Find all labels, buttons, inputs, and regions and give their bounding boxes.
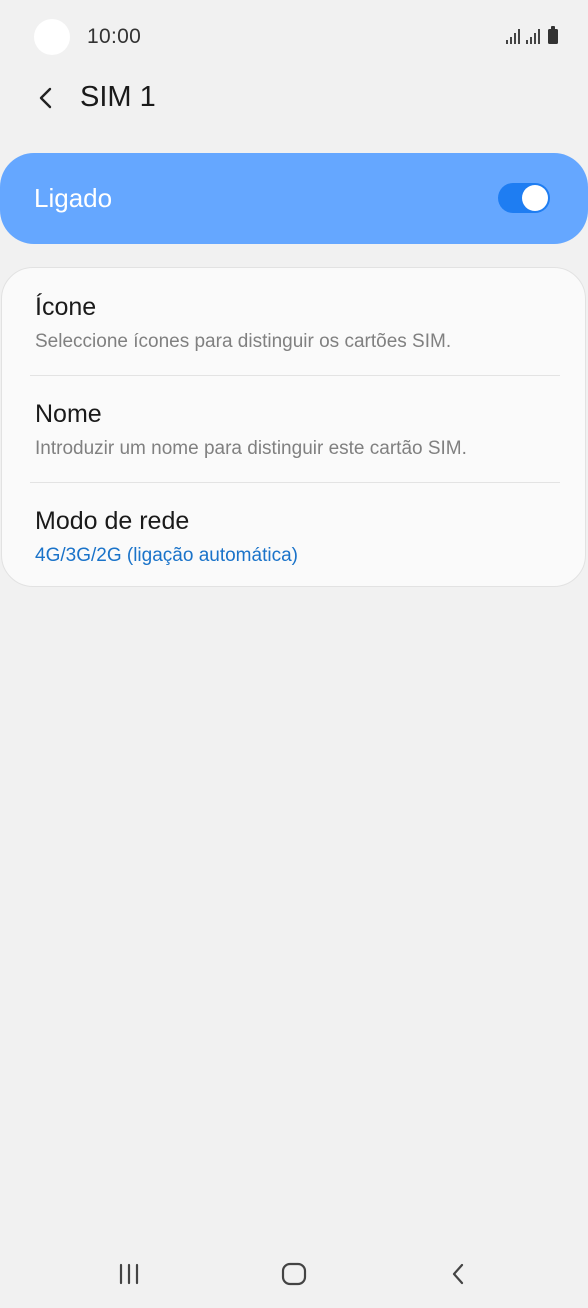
setting-value: 4G/3G/2G (ligação automática)	[35, 545, 298, 566]
camera-cutout	[34, 19, 70, 55]
setting-title: Ícone	[35, 293, 97, 321]
setting-name-item[interactable]: Nome Introduzir um nome para distinguir …	[2, 375, 585, 482]
status-time: 10:00	[87, 25, 142, 48]
status-bar: 10:00	[0, 0, 588, 74]
back-button[interactable]	[26, 78, 66, 118]
setting-title: Nome	[35, 400, 102, 428]
nav-back-button[interactable]	[428, 1252, 488, 1296]
app-bar: SIM 1	[0, 74, 588, 122]
signal-sim2-icon	[526, 28, 540, 44]
setting-subtitle: Seleccione ícones para distinguir os car…	[35, 331, 452, 352]
settings-card: Ícone Seleccione ícones para distinguir …	[1, 267, 586, 587]
setting-network-mode-item[interactable]: Modo de rede 4G/3G/2G (ligação automátic…	[2, 482, 585, 586]
home-icon	[281, 1262, 307, 1286]
setting-title: Modo de rede	[35, 507, 190, 535]
back-icon	[452, 1263, 464, 1285]
master-switch-label: Ligado	[34, 183, 113, 213]
master-toggle[interactable]	[498, 183, 550, 213]
battery-icon	[548, 26, 558, 44]
status-icons	[506, 26, 558, 44]
master-switch-bar[interactable]: Ligado	[0, 153, 588, 244]
nav-home-button[interactable]	[264, 1252, 324, 1296]
recents-icon	[119, 1263, 139, 1285]
nav-recents-button[interactable]	[99, 1252, 159, 1296]
toggle-thumb	[522, 185, 548, 211]
signal-sim1-icon	[506, 28, 520, 44]
setting-icon-item[interactable]: Ícone Seleccione ícones para distinguir …	[2, 268, 585, 375]
chevron-left-icon	[39, 87, 52, 109]
setting-subtitle: Introduzir um nome para distinguir este …	[35, 438, 467, 459]
navigation-bar	[0, 1240, 588, 1308]
page-title: SIM 1	[80, 81, 156, 113]
